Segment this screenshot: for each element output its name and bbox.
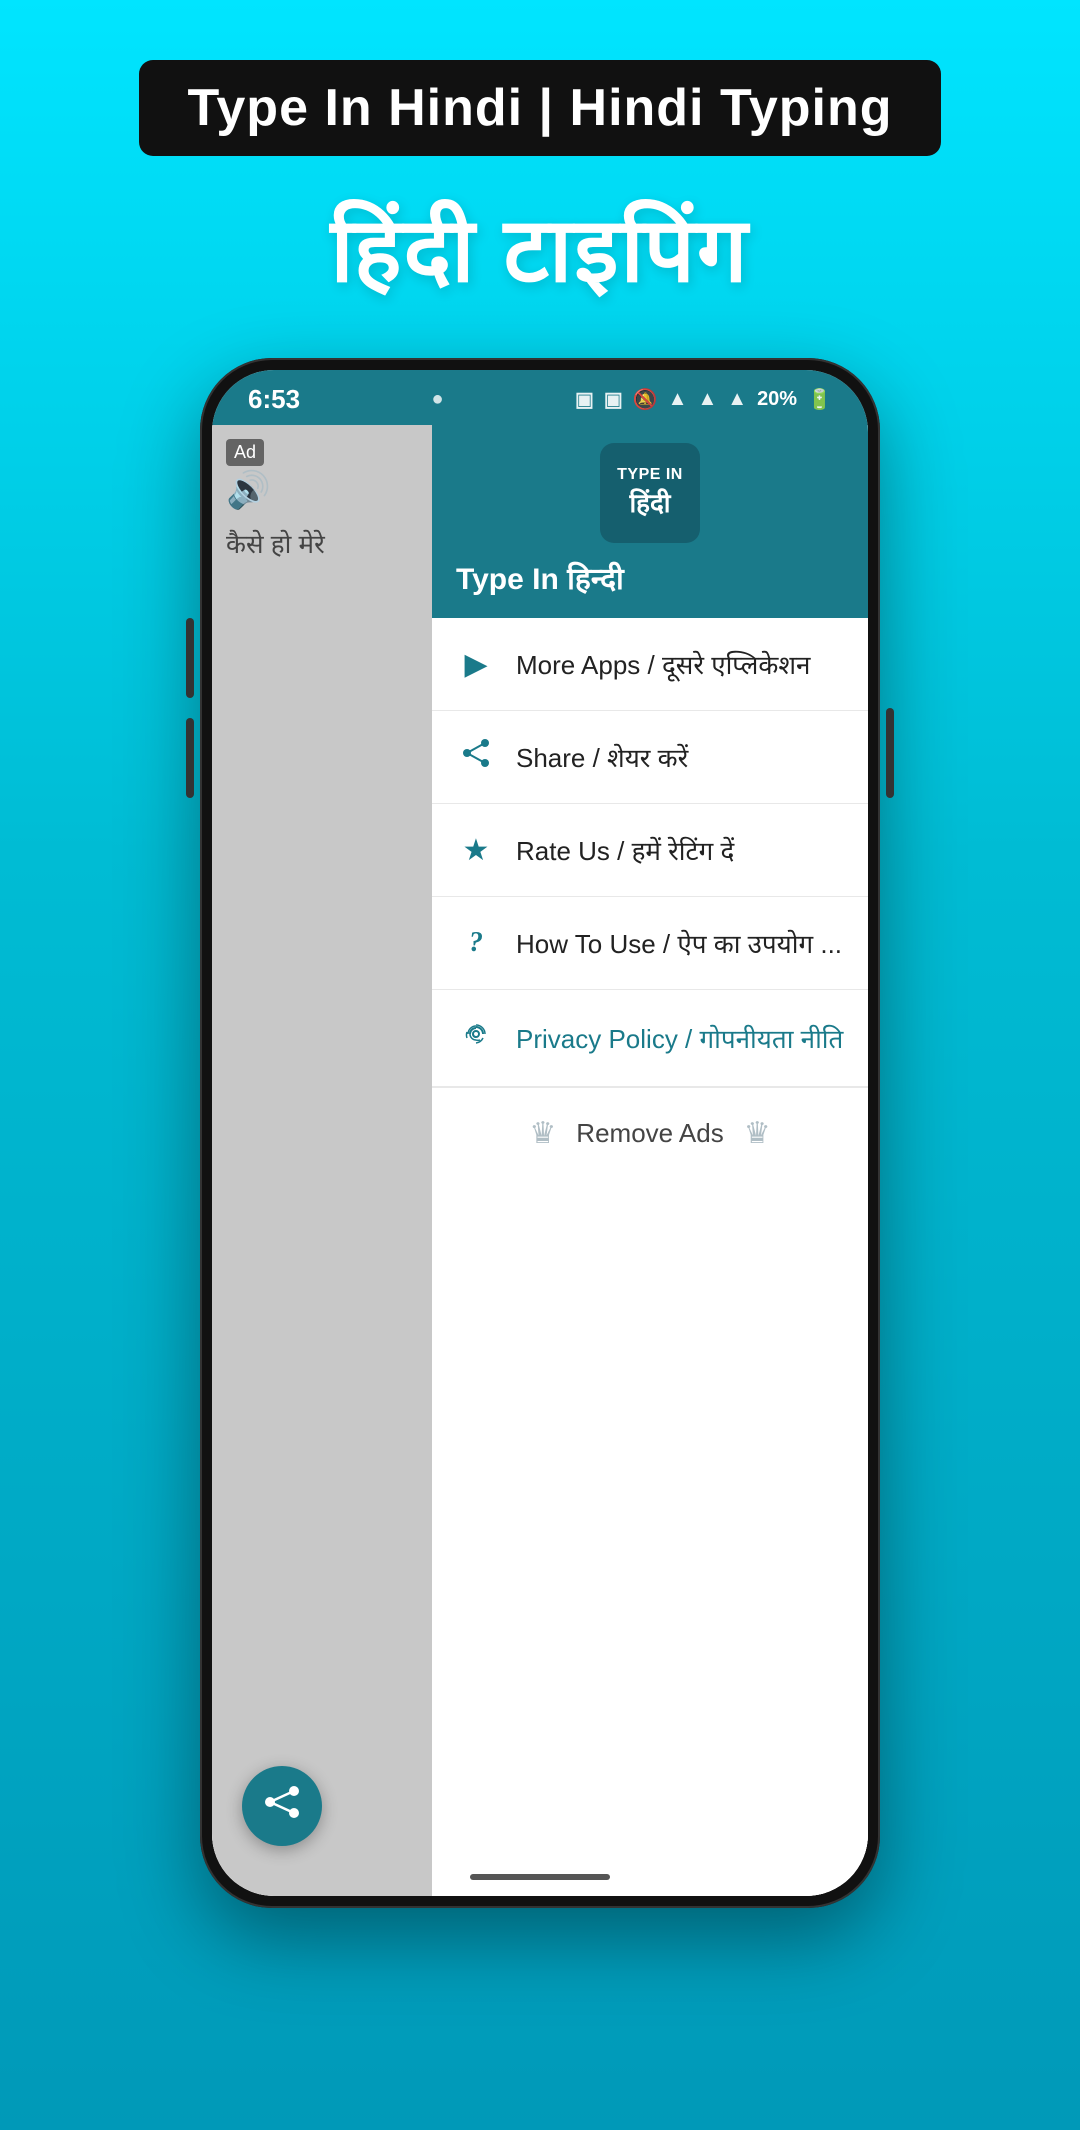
signal2-icon: ▲ (727, 388, 747, 411)
menu-item-more-apps[interactable]: ▶ More Apps / दूसरे एप्लिकेशन (432, 618, 868, 711)
hindi-subtitle: हिंदी टाइपिंग (330, 186, 749, 308)
rate-us-label: Rate Us / हमें रेटिंग दें (516, 832, 734, 868)
menu-item-privacy[interactable]: Privacy Policy / गोपनीयता नीति (432, 990, 868, 1087)
privacy-policy-label: Privacy Policy / गोपनीयता नीति (516, 1020, 843, 1056)
logo-hindi: हिंदी (629, 484, 670, 520)
drawer-menu: TYPE IN हिंदी Type In हिन्दी ▶ More Apps… (432, 425, 868, 1896)
main-content: Ad 🔊 कैसे हो मेरे TYPE IN हिंदी Type In … (212, 425, 868, 1896)
home-indicator (470, 1874, 610, 1880)
drawer-logo: TYPE IN हिंदी (600, 443, 700, 543)
status-icons: ▣ ▣ 🔕 ▲ ▲ ▲ 20% 🔋 (575, 387, 832, 412)
app-title-bar: Type In Hindi | Hindi Typing (139, 60, 940, 156)
how-to-use-label: How To Use / ऐप का उपयोग ... (516, 925, 842, 961)
crown-right-icon: ♛ (744, 1116, 771, 1151)
fingerprint-icon (456, 1018, 496, 1058)
battery-level: 20% (757, 388, 797, 411)
menu-item-remove-ads[interactable]: ♛ Remove Ads ♛ (432, 1087, 868, 1179)
menu-item-how-to-use[interactable]: ? How To Use / ऐप का उपयोग ... (432, 897, 868, 990)
share-fab-icon (264, 1786, 300, 1827)
vol-down-button (186, 718, 194, 798)
share-label: Share / शेयर करें (516, 739, 688, 775)
share-fab[interactable] (242, 1766, 322, 1846)
help-icon: ? (456, 927, 496, 959)
ad-side-text: कैसे हो मेरे (226, 525, 325, 561)
crown-left-icon: ♛ (529, 1116, 556, 1151)
more-apps-label: More Apps / दूसरे एप्लिकेशन (516, 646, 811, 682)
menu-item-rate-us[interactable]: ★ Rate Us / हमें रेटिंग दें (432, 804, 868, 897)
power-button (886, 708, 894, 798)
wifi1-icon: ▣ (575, 387, 594, 412)
drawer-title: Type In हिन्दी (456, 557, 624, 598)
wifi2-icon: ▣ (604, 387, 623, 412)
side-shade: Ad 🔊 कैसे हो मेरे (212, 425, 432, 1896)
speaker-icon: 🔊 (226, 469, 271, 511)
drawer-overlay: Ad 🔊 कैसे हो मेरे TYPE IN हिंदी Type In … (212, 425, 868, 1896)
drawer-header: TYPE IN हिंदी Type In हिन्दी (432, 425, 868, 618)
play-icon: ▶ (456, 647, 496, 682)
star-icon: ★ (456, 833, 496, 868)
status-time: 6:53 (248, 384, 300, 415)
app-title: Type In Hindi | Hindi Typing (187, 79, 892, 137)
status-bar: 6:53 ● ▣ ▣ 🔕 ▲ ▲ ▲ 20% 🔋 (212, 370, 868, 425)
logo-type-in: TYPE IN (617, 466, 683, 484)
share-icon (456, 739, 496, 775)
phone-frame: 6:53 ● ▣ ▣ 🔕 ▲ ▲ ▲ 20% 🔋 Ad 🔊 कैसे हो मे… (200, 358, 880, 1908)
mute-icon: 🔕 (633, 387, 658, 412)
wifi-icon: ▲ (668, 388, 688, 411)
status-dot: ● (431, 388, 443, 411)
ad-badge: Ad (226, 439, 264, 466)
remove-ads-label: Remove Ads (576, 1118, 723, 1149)
phone-screen: 6:53 ● ▣ ▣ 🔕 ▲ ▲ ▲ 20% 🔋 Ad 🔊 कैसे हो मे… (212, 370, 868, 1896)
menu-items-list: ▶ More Apps / दूसरे एप्लिकेशन (432, 618, 868, 1896)
signal1-icon: ▲ (697, 388, 717, 411)
battery-icon: 🔋 (807, 387, 832, 412)
menu-item-share[interactable]: Share / शेयर करें (432, 711, 868, 804)
vol-up-button (186, 618, 194, 698)
